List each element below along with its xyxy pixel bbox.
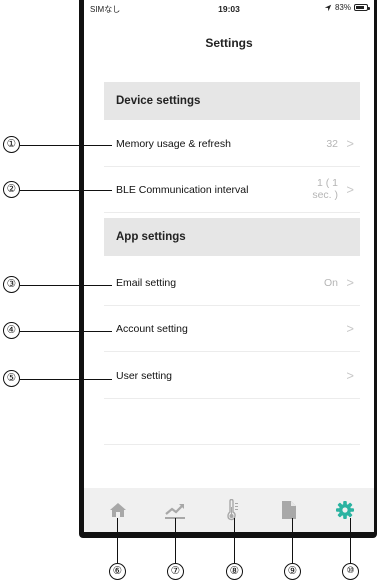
thermometer-icon bbox=[225, 499, 239, 521]
tab-document[interactable] bbox=[260, 488, 318, 532]
row-user-setting[interactable]: User setting > bbox=[104, 353, 360, 399]
callout-9: ⑨ bbox=[284, 563, 301, 580]
callout-leader-line bbox=[292, 518, 294, 563]
callout-leader-line bbox=[234, 518, 236, 563]
row-value: 32 bbox=[326, 138, 338, 150]
row-account-setting[interactable]: Account setting > bbox=[104, 306, 360, 352]
row-label: BLE Communication interval bbox=[116, 184, 249, 196]
location-arrow-icon bbox=[324, 4, 332, 12]
page-title: Settings bbox=[205, 36, 253, 50]
gear-icon bbox=[335, 500, 355, 520]
callout-leader-line bbox=[20, 190, 112, 192]
callout-5: ⑤ bbox=[3, 370, 20, 387]
chevron-right-icon: > bbox=[346, 368, 354, 383]
row-value: On bbox=[323, 277, 338, 289]
callout-8: ⑧ bbox=[226, 563, 243, 580]
battery-percent: 83% bbox=[334, 3, 351, 12]
row-email-setting[interactable]: Email setting On > bbox=[104, 260, 360, 306]
callout-6: ⑥ bbox=[109, 563, 126, 580]
chevron-right-icon: > bbox=[346, 275, 354, 290]
chevron-right-icon: > bbox=[346, 182, 354, 197]
callout-7: ⑦ bbox=[167, 563, 184, 580]
row-label: Email setting bbox=[116, 277, 177, 289]
callout-leader-line bbox=[20, 285, 112, 287]
callout-leader-line bbox=[20, 331, 112, 333]
document-icon bbox=[281, 500, 297, 520]
callout-leader-line bbox=[175, 518, 177, 563]
row-value: 1 ( 1 sec. ) bbox=[312, 177, 338, 201]
section-header-app: App settings bbox=[104, 218, 360, 256]
trend-graph-icon bbox=[164, 501, 186, 519]
battery-icon bbox=[354, 4, 370, 11]
callout-leader-line bbox=[20, 145, 112, 147]
row-label: User setting bbox=[116, 370, 173, 382]
tab-bar bbox=[84, 488, 374, 532]
app-screen: SIMなし 19:03 83% Settings Device settings… bbox=[84, 0, 374, 532]
chevron-right-icon: > bbox=[346, 321, 354, 336]
row-ble-interval[interactable]: BLE Communication interval 1 ( 1 sec. ) … bbox=[104, 167, 360, 213]
callout-1: ① bbox=[3, 136, 20, 153]
callout-10: ⑩ bbox=[342, 563, 359, 580]
tab-temperature[interactable] bbox=[203, 488, 261, 532]
row-memory-usage[interactable]: Memory usage & refresh 32 > bbox=[104, 121, 360, 167]
row-label: Memory usage & refresh bbox=[116, 138, 231, 150]
row-label: Account setting bbox=[116, 323, 188, 335]
callout-leader-line bbox=[350, 518, 352, 563]
status-right: 83% bbox=[324, 3, 370, 12]
callout-leader-line bbox=[20, 379, 112, 381]
callout-3: ③ bbox=[3, 276, 20, 293]
status-bar: SIMなし 19:03 83% bbox=[84, 0, 374, 18]
callout-4: ④ bbox=[3, 322, 20, 339]
callout-2: ② bbox=[3, 181, 20, 198]
home-icon bbox=[109, 502, 127, 518]
chevron-right-icon: > bbox=[346, 136, 354, 151]
row-empty bbox=[104, 399, 360, 445]
section-header-device: Device settings bbox=[104, 82, 360, 120]
callout-leader-line bbox=[117, 518, 119, 563]
tab-settings[interactable] bbox=[316, 488, 374, 532]
